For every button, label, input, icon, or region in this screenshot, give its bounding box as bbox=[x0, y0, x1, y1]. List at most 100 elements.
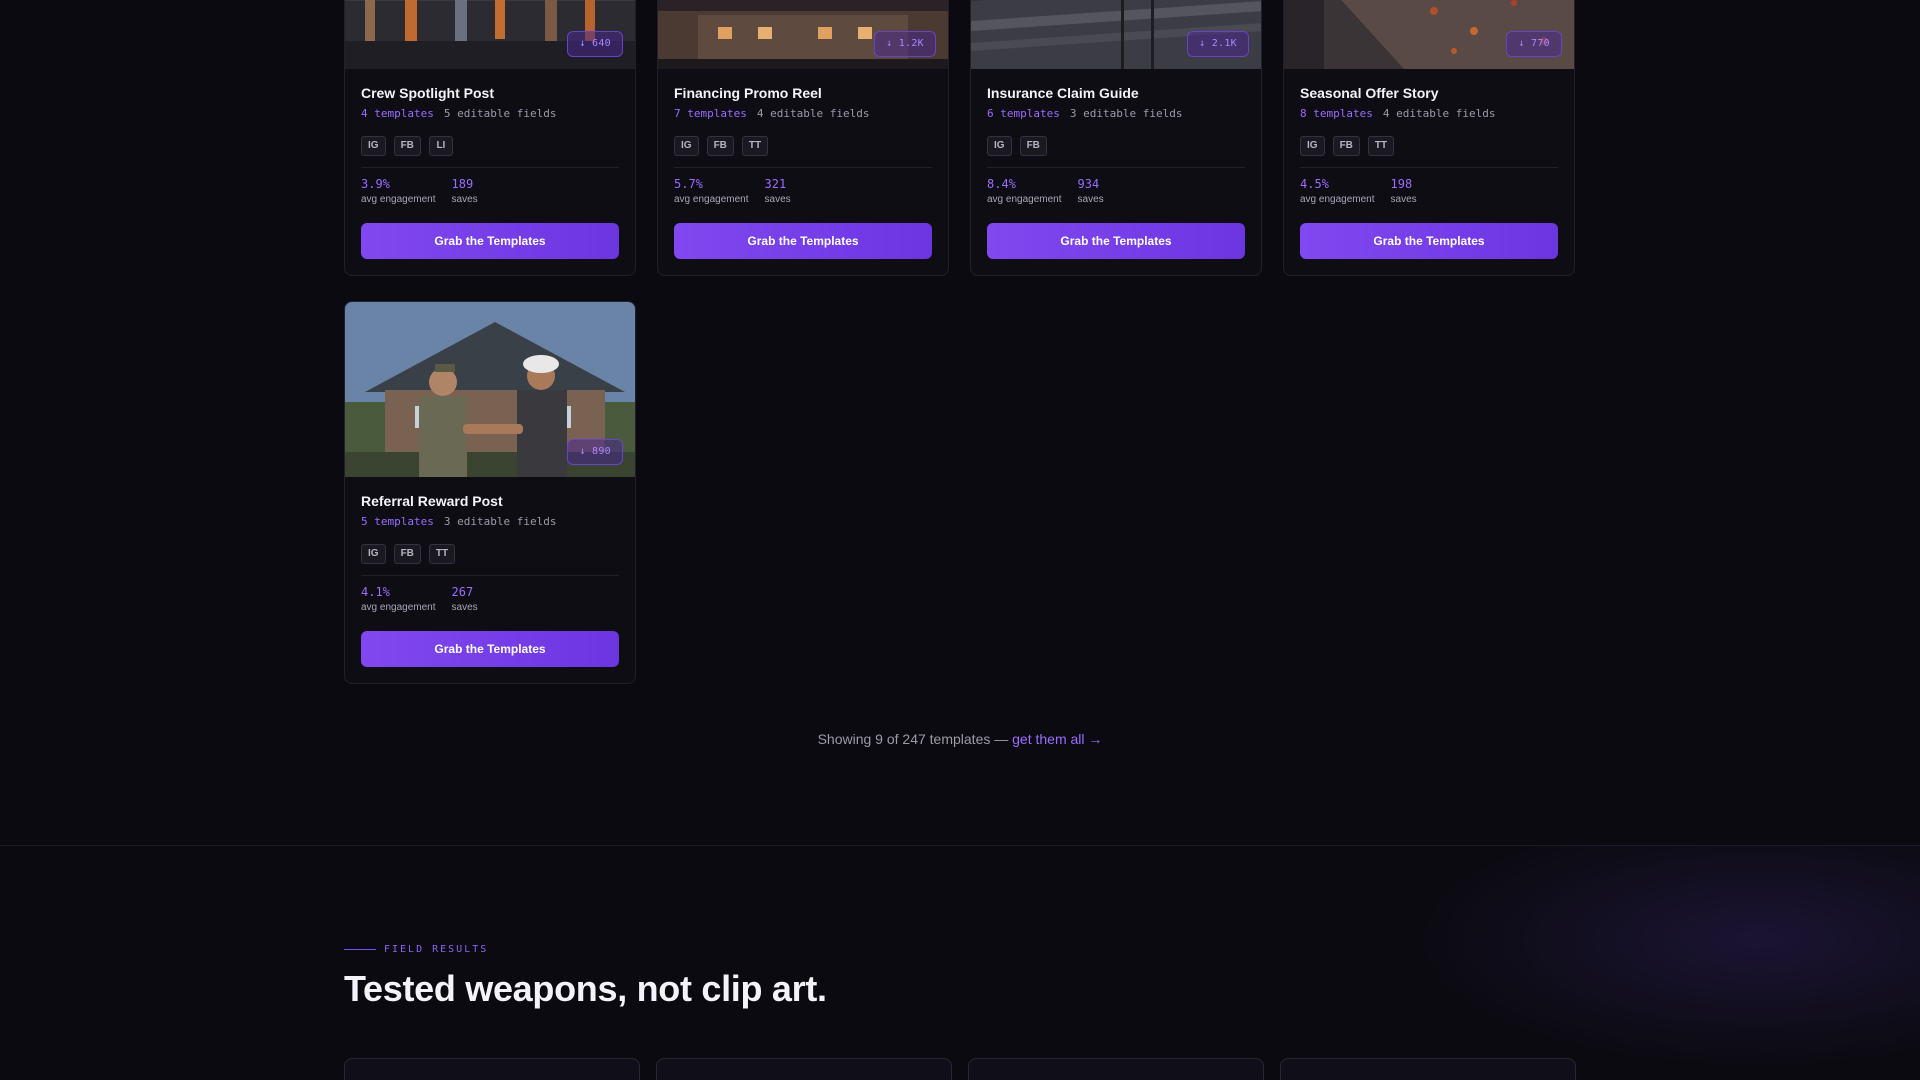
thumbnail-image: ↓ 890 bbox=[345, 302, 635, 477]
engagement-value: 4.5% bbox=[1300, 177, 1329, 191]
template-count: 6 templates bbox=[987, 107, 1060, 120]
saves-label: saves bbox=[451, 602, 478, 613]
thumbnail-image: ↓ 1.2K bbox=[658, 0, 948, 69]
divider bbox=[361, 167, 619, 168]
download-count-badge: ↓ 1.2K bbox=[874, 31, 936, 57]
editable-fields-count: 3 editable fields bbox=[1069, 107, 1183, 120]
saves-value: 198 bbox=[1390, 177, 1413, 191]
template-card: ↓ 1.2K Financing Promo Reel 7 templates 4… bbox=[657, 0, 949, 276]
card-meta: 8 templates 4 editable fields bbox=[1300, 107, 1558, 121]
engagement-value: 4.1% bbox=[361, 585, 390, 599]
card-meta: 6 templates 3 editable fields bbox=[987, 107, 1245, 121]
thumbnail-image: ↓ 2.1K bbox=[971, 0, 1261, 69]
grab-templates-button[interactable]: Grab the Templates bbox=[361, 631, 619, 667]
template-card: ↓ 2.1K Insurance Claim Guide 6 templates… bbox=[970, 0, 1262, 276]
showing-text: Showing 9 of 247 templates — bbox=[817, 731, 1013, 747]
platform-tags: IG FB TT bbox=[361, 544, 619, 564]
download-count-badge: ↓ 890 bbox=[567, 439, 623, 465]
divider bbox=[361, 575, 619, 576]
divider bbox=[987, 167, 1245, 168]
platform-tag: TT bbox=[1367, 136, 1395, 156]
engagement-stat: 4.1% avg engagement bbox=[361, 585, 436, 615]
card-title: Insurance Claim Guide bbox=[987, 85, 1139, 101]
platform-tag: IG bbox=[361, 136, 386, 156]
platform-tag: TT bbox=[428, 544, 456, 564]
platform-tag: FB bbox=[1332, 136, 1360, 156]
card-meta: 7 templates 4 editable fields bbox=[674, 107, 932, 121]
platform-tag: FB bbox=[393, 544, 421, 564]
editable-fields-count: 3 editable fields bbox=[443, 515, 557, 528]
platform-tag: IG bbox=[1300, 136, 1325, 156]
saves-stat: 321 saves bbox=[765, 177, 791, 207]
result-card bbox=[1280, 1058, 1576, 1080]
platform-tag: IG bbox=[361, 544, 386, 564]
eyebrow-label: FIELD RESULTS bbox=[384, 944, 489, 955]
saves-label: saves bbox=[451, 194, 478, 205]
grab-templates-button[interactable]: Grab the Templates bbox=[674, 223, 932, 259]
eyebrow-line bbox=[344, 949, 376, 950]
platform-tags: IG FB TT bbox=[1300, 136, 1558, 156]
card-title: Referral Reward Post bbox=[361, 493, 503, 509]
engagement-value: 3.9% bbox=[361, 177, 390, 191]
engagement-stat: 3.9% avg engagement bbox=[361, 177, 436, 207]
card-title: Crew Spotlight Post bbox=[361, 85, 494, 101]
divider bbox=[1300, 167, 1558, 168]
saves-label: saves bbox=[1390, 194, 1417, 205]
card-meta: 5 templates 3 editable fields bbox=[361, 515, 619, 529]
template-count: 8 templates bbox=[1300, 107, 1373, 120]
grab-templates-button[interactable]: Grab the Templates bbox=[987, 223, 1245, 259]
thumbnail-image: ↓ 770 bbox=[1284, 0, 1574, 69]
engagement-label: avg engagement bbox=[361, 194, 436, 205]
thumbnail-image: ↓ 640 bbox=[345, 0, 635, 69]
platform-tag: IG bbox=[674, 136, 699, 156]
section-headline: Tested weapons, not clip art. bbox=[344, 968, 827, 1009]
template-card: ↓ 770 Seasonal Offer Story 8 templates 4 … bbox=[1283, 0, 1575, 276]
download-count-badge: ↓ 770 bbox=[1506, 31, 1562, 57]
platform-tag: LI bbox=[428, 136, 453, 156]
saves-stat: 189 saves bbox=[452, 177, 478, 207]
template-card: ↓ 640 Crew Spotlight Post 4 templates 5 e… bbox=[344, 0, 636, 276]
showing-count: Showing 9 of 247 templates — get them al… bbox=[0, 731, 1920, 747]
card-title: Seasonal Offer Story bbox=[1300, 85, 1439, 101]
card-stats: 4.1% avg engagement 267 saves bbox=[361, 585, 619, 615]
background-glow bbox=[1380, 846, 1920, 1080]
platform-tags: IG FB LI bbox=[361, 136, 619, 156]
saves-label: saves bbox=[1077, 194, 1104, 205]
engagement-label: avg engagement bbox=[674, 194, 749, 205]
platform-tag: FB bbox=[393, 136, 421, 156]
saves-stat: 198 saves bbox=[1391, 177, 1417, 207]
grab-templates-button[interactable]: Grab the Templates bbox=[361, 223, 619, 259]
editable-fields-count: 5 editable fields bbox=[443, 107, 557, 120]
template-count: 5 templates bbox=[361, 515, 434, 528]
engagement-label: avg engagement bbox=[1300, 194, 1375, 205]
editable-fields-count: 4 editable fields bbox=[756, 107, 870, 120]
get-them-all-link[interactable]: get them all → bbox=[1012, 731, 1102, 747]
engagement-value: 8.4% bbox=[987, 177, 1016, 191]
card-meta: 4 templates 5 editable fields bbox=[361, 107, 619, 121]
grab-templates-button[interactable]: Grab the Templates bbox=[1300, 223, 1558, 259]
engagement-stat: 8.4% avg engagement bbox=[987, 177, 1062, 207]
engagement-stat: 4.5% avg engagement bbox=[1300, 177, 1375, 207]
card-stats: 4.5% avg engagement 198 saves bbox=[1300, 177, 1558, 207]
platform-tag: FB bbox=[706, 136, 734, 156]
saves-value: 321 bbox=[764, 177, 787, 191]
card-title: Financing Promo Reel bbox=[674, 85, 822, 101]
saves-stat: 267 saves bbox=[452, 585, 478, 615]
saves-label: saves bbox=[764, 194, 791, 205]
card-stats: 8.4% avg engagement 934 saves bbox=[987, 177, 1245, 207]
card-stats: 3.9% avg engagement 189 saves bbox=[361, 177, 619, 207]
platform-tag: TT bbox=[741, 136, 769, 156]
saves-stat: 934 saves bbox=[1078, 177, 1104, 207]
platform-tag: FB bbox=[1019, 136, 1047, 156]
saves-value: 267 bbox=[451, 585, 474, 599]
template-card: ↓ 890 Referral Reward Post 5 templates 3 … bbox=[344, 301, 636, 684]
section-eyebrow: FIELD RESULTS bbox=[344, 944, 488, 955]
editable-fields-count: 4 editable fields bbox=[1382, 107, 1496, 120]
engagement-label: avg engagement bbox=[987, 194, 1062, 205]
divider bbox=[674, 167, 932, 168]
platform-tags: IG FB TT bbox=[674, 136, 932, 156]
engagement-value: 5.7% bbox=[674, 177, 703, 191]
platform-tag: IG bbox=[987, 136, 1012, 156]
result-card bbox=[344, 1058, 640, 1080]
engagement-stat: 5.7% avg engagement bbox=[674, 177, 749, 207]
